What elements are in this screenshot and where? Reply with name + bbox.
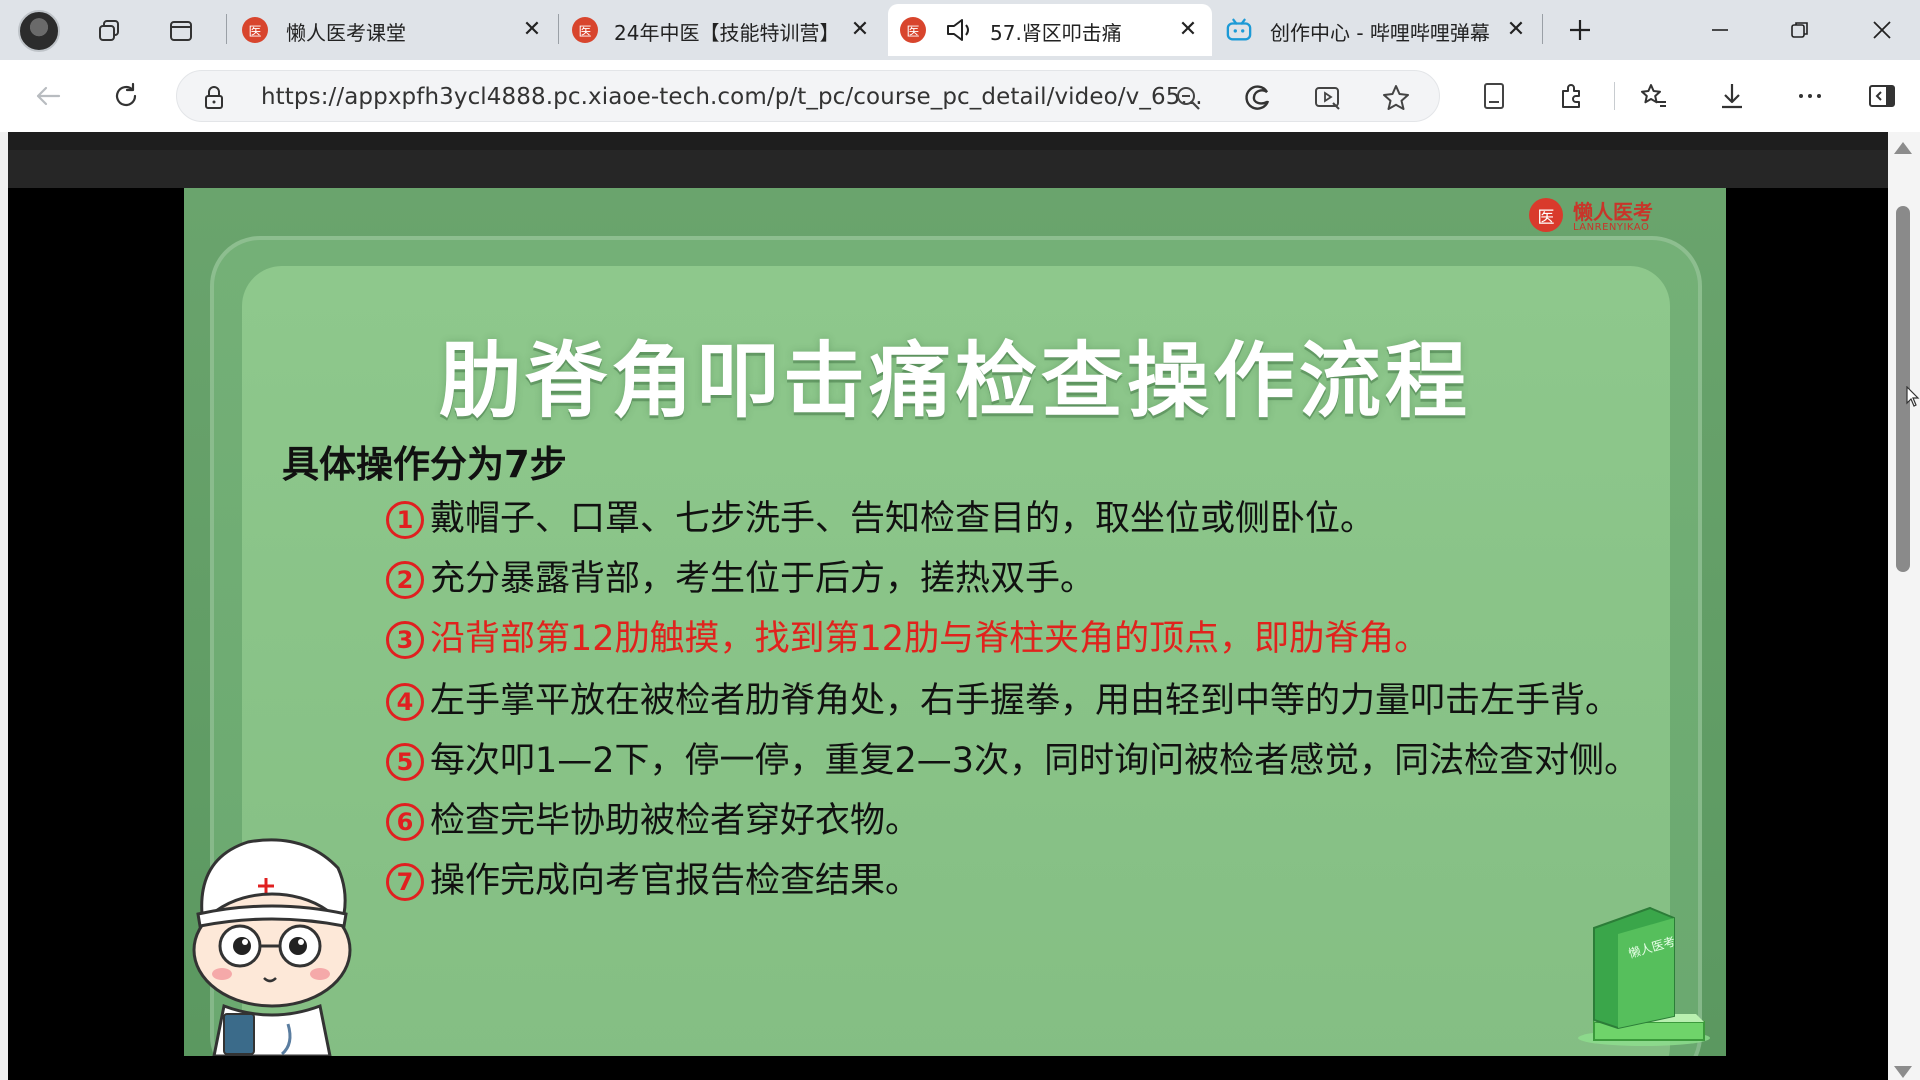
bilibili-favicon-icon bbox=[1226, 17, 1252, 43]
minimize-button[interactable] bbox=[1696, 8, 1744, 52]
tab-close-icon[interactable]: ✕ bbox=[1176, 18, 1200, 42]
tab-lanren-course[interactable]: 医 懒人医考课堂 ✕ bbox=[230, 4, 560, 56]
step-text: 沿背部第12肋触摸，找到第12肋与脊柱夹角的顶点，即肋脊角。 bbox=[430, 619, 1430, 659]
more-menu-icon[interactable] bbox=[1790, 76, 1830, 116]
nurse-mascot-icon bbox=[184, 828, 354, 1056]
address-bar[interactable]: https://appxpfh3ycl4888.pc.xiaoe-tech.co… bbox=[176, 70, 1440, 122]
extensions-icon[interactable] bbox=[1552, 76, 1592, 116]
step-item: 1 戴帽子、口罩、七步洗手、告知检查目的，取坐位或侧卧位。 bbox=[386, 490, 1375, 541]
tab-title: 创作中心 - 哔哩哔哩弹幕 bbox=[1270, 21, 1490, 45]
slide-title: 肋脊角叩击痛检查操作流程 bbox=[438, 334, 1471, 429]
step-number: 7 bbox=[386, 863, 424, 901]
step-text: 操作完成向考官报告检查结果。 bbox=[430, 861, 921, 901]
step-text: 检查完毕协助被检者穿好衣物。 bbox=[430, 801, 921, 841]
profile-avatar[interactable] bbox=[18, 10, 60, 52]
step-number: 2 bbox=[386, 561, 424, 599]
step-item: 7 操作完成向考官报告检查结果。 bbox=[386, 852, 920, 903]
sidebar-toggle-icon[interactable] bbox=[1862, 76, 1902, 116]
zoom-icon[interactable] bbox=[1173, 83, 1203, 113]
step-item: 2 充分暴露背部，考生位于后方，搓热双手。 bbox=[386, 550, 1095, 601]
tab-close-icon[interactable]: ✕ bbox=[520, 18, 544, 42]
edge-icon[interactable] bbox=[1243, 83, 1273, 113]
step-text: 每次叩1—2下，停一停，重复2—3次，同时询问被检者感觉，同法检查对侧。 bbox=[430, 741, 1640, 781]
tab-close-icon[interactable]: ✕ bbox=[1504, 18, 1528, 42]
step-text: 戴帽子、口罩、七步洗手、告知检查目的，取坐位或侧卧位。 bbox=[430, 499, 1376, 539]
step-text: 充分暴露背部，考生位于后方，搓热双手。 bbox=[430, 559, 1096, 599]
speaker-icon[interactable] bbox=[944, 16, 974, 48]
step-number: 6 bbox=[386, 803, 424, 841]
brand-logo: 医 懒人医考 LANRENYIKAO bbox=[1529, 196, 1699, 236]
browser-toolbar: https://appxpfh3ycl4888.pc.xiaoe-tech.co… bbox=[0, 60, 1920, 132]
step-number: 4 bbox=[386, 683, 424, 721]
tab-bilibili-creator[interactable]: 创作中心 - 哔哩哔哩弹幕 ✕ bbox=[1214, 4, 1544, 56]
book-icon: 懒人医考 bbox=[1564, 888, 1714, 1048]
scroll-up-arrow-icon[interactable] bbox=[1894, 142, 1912, 154]
step-number: 5 bbox=[386, 743, 424, 781]
tab-title: 57.肾区叩击痛 bbox=[990, 21, 1122, 45]
lanren-favicon-icon: 医 bbox=[900, 17, 926, 43]
lanren-favicon-icon: 医 bbox=[572, 17, 598, 43]
video-top-bar bbox=[8, 150, 1888, 188]
restore-button[interactable] bbox=[1776, 8, 1824, 52]
new-tab-button[interactable] bbox=[1556, 8, 1604, 52]
step-item: 5 每次叩1—2下，停一停，重复2—3次，同时询问被检者感觉，同法检查对侧。 bbox=[386, 732, 1639, 783]
mouse-cursor-icon bbox=[1906, 385, 1920, 412]
brand-subtitle: LANRENYIKAO bbox=[1573, 222, 1650, 233]
step-item-highlighted: 3 沿背部第12肋触摸，找到第12肋与脊柱夹角的顶点，即肋脊角。 bbox=[386, 610, 1429, 661]
step-item: 6 检查完毕协助被检者穿好衣物。 bbox=[386, 792, 920, 843]
scroll-down-arrow-icon[interactable] bbox=[1894, 1066, 1912, 1078]
favorites-icon[interactable] bbox=[1634, 76, 1674, 116]
tab-close-icon[interactable]: ✕ bbox=[848, 18, 872, 42]
tab-skills-camp[interactable]: 医 24年中医【技能特训营】 ✕ bbox=[560, 4, 888, 56]
lanren-favicon-icon: 医 bbox=[242, 17, 268, 43]
workspaces-icon[interactable] bbox=[92, 14, 126, 48]
lock-icon[interactable] bbox=[203, 85, 225, 115]
reading-view-icon[interactable] bbox=[1474, 76, 1514, 116]
download-icon[interactable] bbox=[1712, 76, 1752, 116]
tab-title: 懒人医考课堂 bbox=[286, 21, 406, 45]
tab-title: 24年中医【技能特训营】 bbox=[614, 21, 838, 45]
slide-subtitle: 具体操作分为7步 bbox=[282, 443, 567, 486]
back-button[interactable] bbox=[28, 76, 68, 116]
app-available-icon[interactable] bbox=[1313, 83, 1343, 113]
brand-logo-icon: 医 bbox=[1529, 198, 1563, 232]
favorite-star-icon[interactable] bbox=[1381, 83, 1411, 113]
close-window-button[interactable] bbox=[1858, 8, 1906, 52]
video-slide: 医 懒人医考 LANRENYIKAO 肋脊角叩击痛检查操作流程 具体操作分为7步… bbox=[184, 188, 1726, 1056]
page-edge bbox=[0, 132, 8, 1080]
step-number: 3 bbox=[386, 621, 424, 659]
brand-name: 懒人医考 bbox=[1573, 200, 1653, 224]
tab-actions-icon[interactable] bbox=[164, 14, 198, 48]
step-number: 1 bbox=[386, 501, 424, 539]
step-text: 左手掌平放在被检者肋脊角处，右手握拳，用由轻到中等的力量叩击左手背。 bbox=[430, 681, 1621, 721]
url-text[interactable]: https://appxpfh3ycl4888.pc.xiaoe-tech.co… bbox=[261, 84, 1203, 110]
tab-strip: 医 懒人医考课堂 ✕ 医 24年中医【技能特训营】 ✕ 医 57.肾区叩击痛 ✕… bbox=[0, 0, 1920, 60]
step-item: 4 左手掌平放在被检者肋脊角处，右手握拳，用由轻到中等的力量叩击左手背。 bbox=[386, 672, 1620, 723]
tab-kidney-percussion[interactable]: 医 57.肾区叩击痛 ✕ bbox=[888, 4, 1212, 56]
refresh-button[interactable] bbox=[106, 76, 146, 116]
